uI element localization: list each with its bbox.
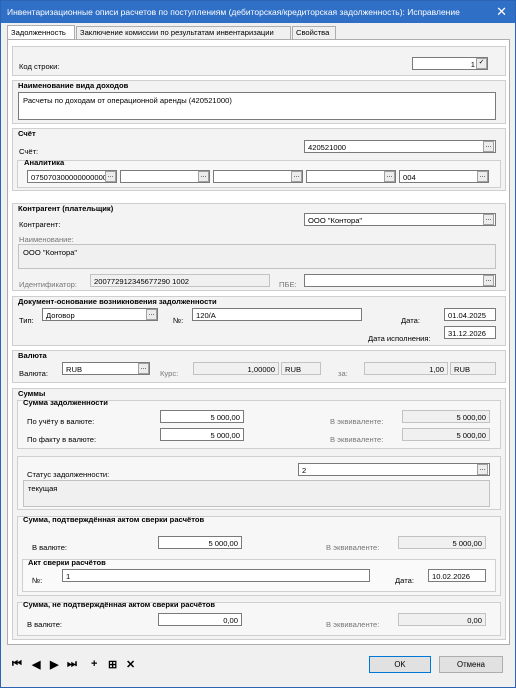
act-number-field[interactable]: 1 [62,569,370,582]
account-sum-field[interactable]: 5 000,00 [160,410,244,423]
unconfirmed-equiv-field: 0,00 [398,613,486,626]
currency-label: Валюта: [19,369,48,378]
ok-button[interactable]: OK [369,656,431,673]
income-type-title: Наименование вида доходов [18,81,129,90]
identifier-field: 200772912345677290 1002 [90,274,270,287]
act-date-field[interactable]: 10.02.2026 [428,569,486,582]
exec-date-field[interactable]: 31.12.2026 [444,326,496,339]
first-record-icon[interactable]: ⏮ [12,658,22,671]
analytics-field-3[interactable] [213,170,303,183]
account-label: Счёт: [19,147,39,156]
currency-field[interactable]: RUB [62,362,150,375]
pbe-field[interactable] [304,274,496,287]
for-field: 1,00 [364,362,448,375]
analytics-field-1[interactable]: 075070300000000000 [27,170,117,183]
account-equiv-field: 5 000,00 [402,410,490,423]
doc-number-field[interactable]: 120/А [192,308,362,321]
pbe-label: ПБЕ: [279,280,297,289]
check-icon[interactable]: ✓ [476,58,487,69]
status-label: Статус задолженности: [27,470,110,479]
status-text-field: текущая [23,480,490,507]
previous-record-icon[interactable]: ◀ [32,658,40,671]
fact-equiv-label: В эквиваленте: [330,435,384,444]
account-title: Счёт [18,129,36,138]
counterparty-title: Контрагент (плательщик) [18,204,114,213]
rate-label: Курс: [160,369,179,378]
tab-panel: Код строки: 1 ✓ Наименование вида доходо… [7,39,510,645]
confirmed-equiv-field: 5 000,00 [398,536,486,549]
analytics-2-select-button[interactable]: ... [198,171,209,182]
doc-type-select-button[interactable]: ... [146,309,157,320]
debt-title: Сумма задолженности [23,398,108,407]
window-title: Инвентаризационные описи расчетов по пос… [7,7,460,17]
unconfirmed-currency-label: В валюте: [27,620,63,629]
tab-properties[interactable]: Свойства [292,26,336,39]
last-record-icon[interactable]: ⏭ [67,658,77,671]
exec-date-label: Дата исполнения: [368,334,431,343]
dialog-window: Инвентаризационные описи расчетов по пос… [0,0,516,688]
analytics-field-4[interactable] [306,170,396,183]
rate-currency-field: RUB [281,362,321,375]
name-field: ООО "Контора" [18,244,496,269]
counterparty-label: Контрагент: [19,220,61,229]
unconfirmed-currency-field[interactable]: 0,00 [158,613,242,626]
act-number-label: №: [32,576,43,585]
doc-date-label: Дата: [401,316,420,325]
doc-date-field[interactable]: 01.04.2025 [444,308,496,321]
fact-sum-label: По факту в валюте: [27,435,97,444]
rate-field: 1,00000 [193,362,279,375]
counterparty-field[interactable]: ООО "Контора" [304,213,496,226]
add-copy-icon[interactable]: ⊞ [108,658,117,671]
currency-select-button[interactable]: ... [138,363,149,374]
document-title: Документ-основание возникновения задолже… [18,297,217,306]
income-type-field[interactable]: Расчеты по доходам от операционной аренд… [18,92,496,120]
unconfirmed-equiv-label: В эквиваленте: [326,620,380,629]
account-field[interactable]: 420521000 [304,140,496,153]
act-date-label: Дата: [395,576,414,585]
analytics-field-2[interactable] [120,170,210,183]
confirmed-currency-label: В валюте: [32,543,68,552]
analytics-title: Аналитика [24,158,65,167]
title-bar: Инвентаризационные описи расчетов по пос… [1,1,515,23]
tab-debt[interactable]: Задолженность [7,25,75,39]
for-currency-field: RUB [450,362,496,375]
confirmed-equiv-label: В эквиваленте: [326,543,380,552]
account-select-button[interactable]: ... [483,141,494,152]
analytics-1-select-button[interactable]: ... [105,171,116,182]
doc-number-label: №: [173,316,184,325]
analytics-field-5[interactable]: 004 [399,170,489,183]
name-label: Наименование: [19,235,74,244]
add-icon[interactable]: + [91,658,97,670]
code-row-label: Код строки: [19,62,60,71]
next-record-icon[interactable]: ▶ [50,658,58,671]
account-equiv-label: В эквиваленте: [330,417,384,426]
account-sum-label: По учёту в валюте: [27,417,95,426]
sums-title: Суммы [18,389,46,398]
identifier-label: Идентификатор: [19,280,78,289]
reconciliation-act-title: Акт сверки расчётов [28,558,106,567]
cancel-button[interactable]: Отмена [439,656,503,673]
tab-commission[interactable]: Заключение комиссии по результатам инвен… [76,26,291,39]
doc-type-field[interactable]: Договор [42,308,158,321]
unconfirmed-title: Сумма, не подтверждённая актом сверки ра… [23,600,216,609]
fact-sum-field[interactable]: 5 000,00 [160,428,244,441]
currency-title: Валюта [18,351,47,360]
doc-type-label: Тип: [19,316,34,325]
delete-icon[interactable]: ✕ [126,658,135,671]
analytics-4-select-button[interactable]: ... [384,171,395,182]
for-label: за: [338,369,348,378]
analytics-5-select-button[interactable]: ... [477,171,488,182]
fact-equiv-field: 5 000,00 [402,428,490,441]
confirmed-currency-field[interactable]: 5 000,00 [158,536,242,549]
confirmed-title: Сумма, подтверждённая актом сверки расчё… [23,515,205,524]
status-select-button[interactable]: ... [477,464,488,475]
close-icon[interactable]: ✕ [496,4,507,20]
status-field[interactable]: 2 [298,463,490,476]
pbe-select-button[interactable]: ... [483,275,494,286]
counterparty-select-button[interactable]: ... [483,214,494,225]
analytics-3-select-button[interactable]: ... [291,171,302,182]
